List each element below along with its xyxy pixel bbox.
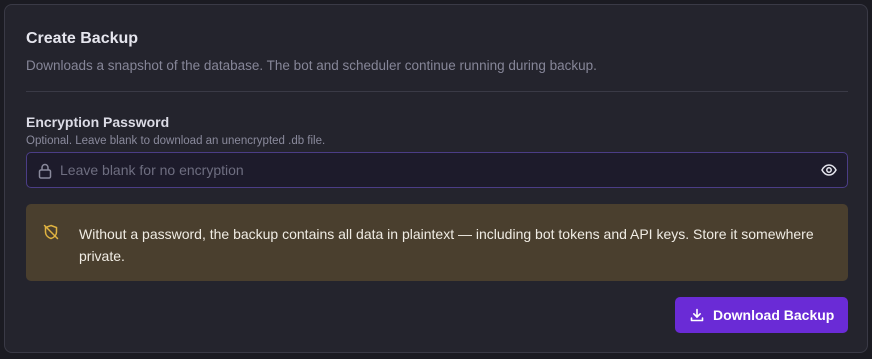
divider — [26, 91, 848, 92]
encryption-password-field[interactable] — [26, 152, 848, 188]
create-backup-card: Create Backup Downloads a snapshot of th… — [4, 4, 868, 353]
lock-icon — [38, 163, 52, 179]
encryption-password-input[interactable] — [60, 153, 800, 187]
card-title: Create Backup — [26, 30, 139, 47]
encryption-password-help: Optional. Leave blank to download an une… — [26, 135, 326, 147]
eye-icon[interactable] — [821, 163, 837, 177]
download-backup-button[interactable]: Download Backup — [675, 297, 848, 333]
download-icon — [690, 308, 704, 322]
encryption-password-label: Encryption Password — [26, 114, 170, 130]
shield-off-icon — [43, 224, 59, 240]
plaintext-warning: Without a password, the backup contains … — [26, 204, 848, 281]
warning-text: Without a password, the backup contains … — [79, 226, 814, 264]
card-subtitle: Downloads a snapshot of the database. Th… — [26, 58, 597, 73]
download-backup-label: Download Backup — [713, 307, 835, 323]
